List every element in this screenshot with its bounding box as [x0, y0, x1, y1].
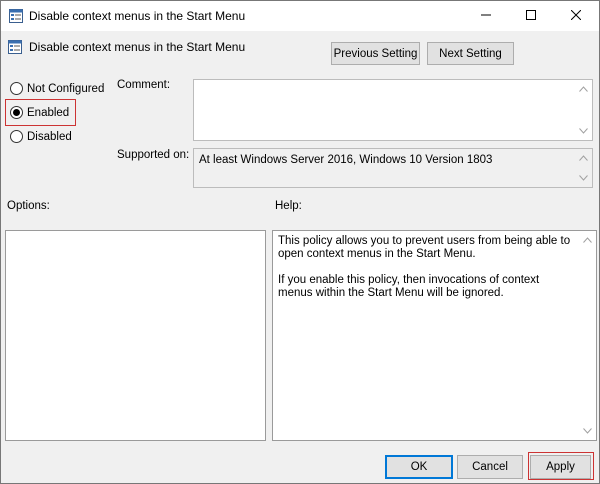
policy-setting-icon [8, 40, 22, 57]
disabled-label: Disabled [27, 130, 72, 143]
not-configured-radio[interactable] [10, 82, 23, 95]
next-setting-button[interactable]: Next Setting [427, 42, 514, 65]
apply-button[interactable]: Apply [530, 455, 591, 479]
previous-setting-button[interactable]: Previous Setting [331, 42, 420, 65]
policy-setting-icon [9, 9, 23, 26]
close-icon [570, 9, 581, 23]
help-paragraph: This policy allows you to prevent users … [278, 235, 571, 260]
chevron-down-icon[interactable] [579, 125, 588, 137]
enabled-radio[interactable] [10, 106, 23, 119]
minimize-icon [480, 10, 491, 23]
not-configured-option[interactable]: Not Configured [10, 82, 104, 95]
options-label: Options: [7, 200, 50, 212]
help-scrollbar[interactable] [579, 231, 596, 440]
chevron-up-icon[interactable] [583, 234, 592, 246]
help-label: Help: [275, 200, 302, 212]
maximize-button[interactable] [508, 1, 553, 31]
chevron-up-icon[interactable] [579, 152, 588, 164]
comment-label: Comment: [117, 79, 171, 91]
disabled-option[interactable]: Disabled [10, 130, 72, 143]
supported-on-label: Supported on: [117, 149, 190, 161]
policy-name: Disable context menus in the Start Menu [29, 40, 246, 54]
not-configured-label: Not Configured [27, 82, 105, 95]
supported-scrollbar[interactable] [575, 149, 592, 187]
supported-on-value: At least Windows Server 2016, Windows 10… [199, 154, 493, 166]
ok-button[interactable]: OK [385, 455, 453, 479]
maximize-icon [525, 9, 536, 23]
comment-scrollbar[interactable] [575, 80, 592, 140]
disabled-radio[interactable] [10, 130, 23, 143]
options-pane [5, 230, 266, 441]
chevron-down-icon[interactable] [579, 172, 588, 184]
help-paragraph: If you enable this policy, then invocati… [278, 274, 540, 299]
enabled-option[interactable]: Enabled [10, 106, 69, 119]
supported-on-field: At least Windows Server 2016, Windows 10… [193, 148, 593, 188]
help-text: This policy allows you to prevent users … [278, 235, 576, 313]
help-pane: This policy allows you to prevent users … [272, 230, 597, 441]
title-bar[interactable]: Disable context menus in the Start Menu [1, 1, 599, 31]
enabled-label: Enabled [27, 106, 70, 119]
chevron-down-icon[interactable] [583, 425, 592, 437]
chevron-up-icon[interactable] [579, 83, 588, 95]
close-button[interactable] [553, 1, 598, 31]
minimize-button[interactable] [463, 1, 508, 31]
policy-setting-dialog: Disable context menus in the Start Menu [0, 0, 600, 484]
cancel-button[interactable]: Cancel [457, 455, 523, 479]
comment-textarea[interactable] [193, 79, 593, 141]
window-title: Disable context menus in the Start Menu [29, 9, 246, 23]
